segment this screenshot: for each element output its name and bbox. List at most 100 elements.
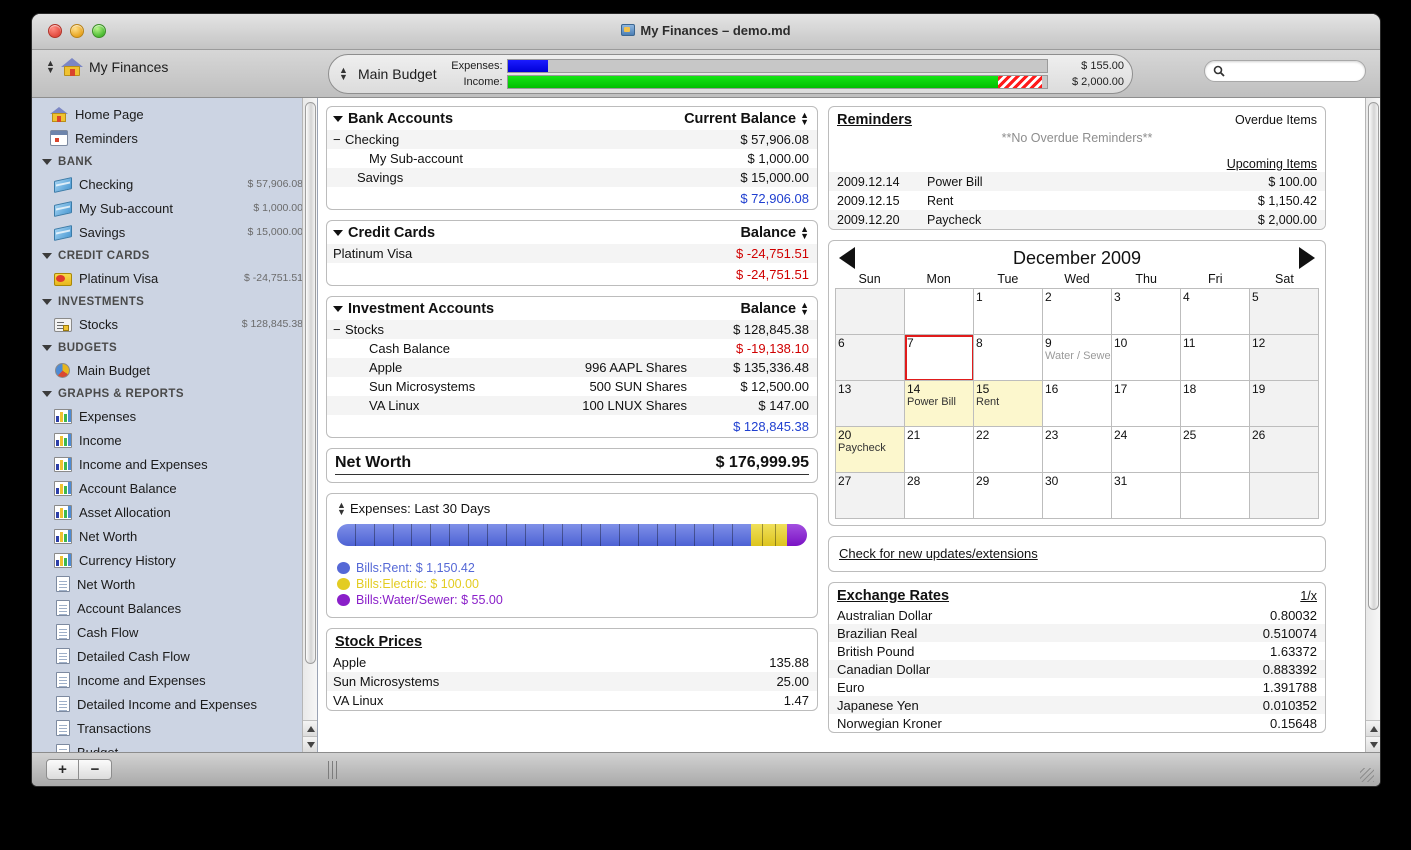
table-row[interactable]: − Checking $ 57,906.08: [327, 130, 817, 149]
calendar-day-cell[interactable]: 11: [1181, 335, 1250, 381]
investment-accounts-column-header[interactable]: Balance ▲ ▼: [740, 301, 809, 318]
calendar-day-cell[interactable]: 18: [1181, 381, 1250, 427]
sidebar-item-expenses[interactable]: Expenses: [32, 404, 317, 428]
calendar-day-cell[interactable]: 22: [974, 427, 1043, 473]
table-row[interactable]: Apple 996 AAPL Shares $ 135,336.48: [327, 358, 817, 377]
sidebar-item-net-worth[interactable]: Net Worth: [32, 524, 317, 548]
calendar-day-cell[interactable]: 9 Water / Sewe: [1043, 335, 1112, 381]
exchange-rate-row[interactable]: Japanese Yen 0.010352: [829, 696, 1325, 714]
table-row[interactable]: Sun Microsystems 25.00: [327, 672, 817, 691]
expenses-chart-header[interactable]: ▲ ▼ Expenses: Last 30 Days: [337, 500, 807, 516]
search-input[interactable]: [1225, 64, 1357, 78]
calendar-day-cell[interactable]: 29: [974, 473, 1043, 519]
calendar-day-cell[interactable]: [836, 289, 905, 335]
exchange-rate-row[interactable]: Euro 1.391788: [829, 678, 1325, 696]
sidebar-scrollbar-thumb[interactable]: [305, 102, 316, 664]
disclosure-triangle-icon[interactable]: [333, 230, 343, 236]
sidebar-item-transactions[interactable]: Transactions: [32, 716, 317, 740]
stepper-icon[interactable]: ▲ ▼: [337, 500, 346, 516]
reminder-row[interactable]: 2009.12.14 Power Bill $ 100.00: [829, 172, 1325, 191]
disclosure-triangle-icon[interactable]: [42, 299, 52, 305]
exchange-rates-column[interactable]: 1/x: [1300, 589, 1317, 603]
calendar-day-cell[interactable]: 5: [1250, 289, 1319, 335]
table-row[interactable]: Apple 135.88: [327, 653, 817, 672]
calendar-day-cell[interactable]: 4: [1181, 289, 1250, 335]
sidebar-item-net-worth[interactable]: Net Worth: [32, 572, 317, 596]
search-box[interactable]: [1204, 60, 1366, 82]
calendar-day-cell[interactable]: 3: [1112, 289, 1181, 335]
content-scrollbar-thumb[interactable]: [1368, 102, 1379, 610]
calendar-day-cell[interactable]: 12: [1250, 335, 1319, 381]
table-row[interactable]: Savings $ 15,000.00: [327, 168, 817, 187]
exchange-rate-row[interactable]: Brazilian Real 0.510074: [829, 624, 1325, 642]
table-row[interactable]: Cash Balance $ -19,138.10: [327, 339, 817, 358]
bank-accounts-header[interactable]: Bank Accounts Current Balance ▲ ▼: [327, 107, 817, 130]
disclosure-triangle-icon[interactable]: [42, 391, 52, 397]
budget-summary[interactable]: ▲ ▼ Main Budget Expenses: $ 155.00 Income…: [328, 54, 1133, 94]
sidebar-item-currency-history[interactable]: Currency History: [32, 548, 317, 572]
window-resize-handle[interactable]: [1360, 768, 1374, 782]
sidebar-item-my-sub-account[interactable]: My Sub-account $ 1,000.00: [32, 196, 317, 220]
calendar-day-cell[interactable]: 30: [1043, 473, 1112, 519]
reminder-row[interactable]: 2009.12.20 Paycheck $ 2,000.00: [829, 210, 1325, 229]
table-row[interactable]: − Stocks $ 128,845.38: [327, 320, 817, 339]
calendar-day-cell[interactable]: 26: [1250, 427, 1319, 473]
credit-cards-column-header[interactable]: Balance ▲ ▼: [740, 225, 809, 242]
disclosure-triangle-icon[interactable]: [42, 159, 52, 165]
calendar-day-cell[interactable]: 10: [1112, 335, 1181, 381]
sidebar-group-credit-cards[interactable]: CREDIT CARDS: [32, 244, 317, 266]
disclosure-triangle-icon[interactable]: [42, 345, 52, 351]
calendar-day-cell[interactable]: 27: [836, 473, 905, 519]
sidebar-item-account-balance[interactable]: Account Balance: [32, 476, 317, 500]
check-updates-link[interactable]: Check for new updates/extensions: [839, 546, 1038, 561]
content-scrollbar[interactable]: [1365, 98, 1380, 752]
content-scroll-down-arrow[interactable]: [1366, 736, 1380, 752]
calendar-day-cell[interactable]: 2: [1043, 289, 1112, 335]
credit-cards-header[interactable]: Credit Cards Balance ▲ ▼: [327, 221, 817, 244]
sidebar-item-asset-allocation[interactable]: Asset Allocation: [32, 500, 317, 524]
calendar-day-cell[interactable]: 25: [1181, 427, 1250, 473]
disclosure-triangle-icon[interactable]: [42, 253, 52, 259]
reminder-row[interactable]: 2009.12.15 Rent $ 1,150.42: [829, 191, 1325, 210]
exchange-rate-row[interactable]: Canadian Dollar 0.883392: [829, 660, 1325, 678]
calendar-day-cell[interactable]: 14 Power Bill: [905, 381, 974, 427]
sidebar-item-income-and-expenses[interactable]: Income and Expenses: [32, 668, 317, 692]
sidebar-item-detailed-income-and-expenses[interactable]: Detailed Income and Expenses: [32, 692, 317, 716]
calendar-day-cell[interactable]: 28: [905, 473, 974, 519]
sidebar-group-budgets[interactable]: BUDGETS: [32, 336, 317, 358]
row-expander[interactable]: −: [333, 322, 345, 337]
table-row[interactable]: Sun Microsystems 500 SUN Shares $ 12,500.0…: [327, 377, 817, 396]
calendar-day-cell[interactable]: 15 Rent: [974, 381, 1043, 427]
sidebar-scroll-down-arrow[interactable]: [303, 736, 317, 752]
exchange-rate-row[interactable]: Australian Dollar 0.80032: [829, 606, 1325, 624]
sidebar-item-platinum-visa[interactable]: Platinum Visa $ -24,751.51: [32, 266, 317, 290]
calendar-day-cell[interactable]: 19: [1250, 381, 1319, 427]
add-account-button[interactable]: +: [46, 759, 79, 780]
document-selector[interactable]: ▲ ▼ My Finances: [46, 58, 168, 76]
calendar-day-cell[interactable]: 1: [974, 289, 1043, 335]
table-row[interactable]: VA Linux 1.47: [327, 691, 817, 710]
table-row[interactable]: Platinum Visa $ -24,751.51: [327, 244, 817, 263]
sidebar-scroll-up-arrow[interactable]: [303, 720, 317, 736]
row-expander[interactable]: −: [333, 132, 345, 147]
calendar-day-cell[interactable]: [1181, 473, 1250, 519]
sidebar-item-savings[interactable]: Savings $ 15,000.00: [32, 220, 317, 244]
sidebar-item-account-balances[interactable]: Account Balances: [32, 596, 317, 620]
calendar-day-cell[interactable]: [1250, 473, 1319, 519]
content-scroll-up-arrow[interactable]: [1366, 720, 1380, 736]
calendar-day-cell[interactable]: 24: [1112, 427, 1181, 473]
calendar-prev-month-icon[interactable]: [839, 247, 855, 269]
calendar-day-cell[interactable]: 13: [836, 381, 905, 427]
sidebar-item-reminders[interactable]: Reminders: [32, 126, 317, 150]
calendar-next-month-icon[interactable]: [1299, 247, 1315, 269]
sidebar-item-detailed-cash-flow[interactable]: Detailed Cash Flow: [32, 644, 317, 668]
upcoming-items-header[interactable]: Upcoming Items: [829, 157, 1325, 172]
sidebar-item-checking[interactable]: Checking $ 57,906.08: [32, 172, 317, 196]
sidebar-item-cash-flow[interactable]: Cash Flow: [32, 620, 317, 644]
disclosure-triangle-icon[interactable]: [333, 306, 343, 312]
calendar-day-cell[interactable]: 23: [1043, 427, 1112, 473]
sidebar-item-home-page[interactable]: Home Page: [32, 102, 317, 126]
calendar-day-cell[interactable]: 21: [905, 427, 974, 473]
sidebar-group-graphs-reports[interactable]: GRAPHS & REPORTS: [32, 382, 317, 404]
sidebar-item-budget[interactable]: Budget: [32, 740, 317, 752]
